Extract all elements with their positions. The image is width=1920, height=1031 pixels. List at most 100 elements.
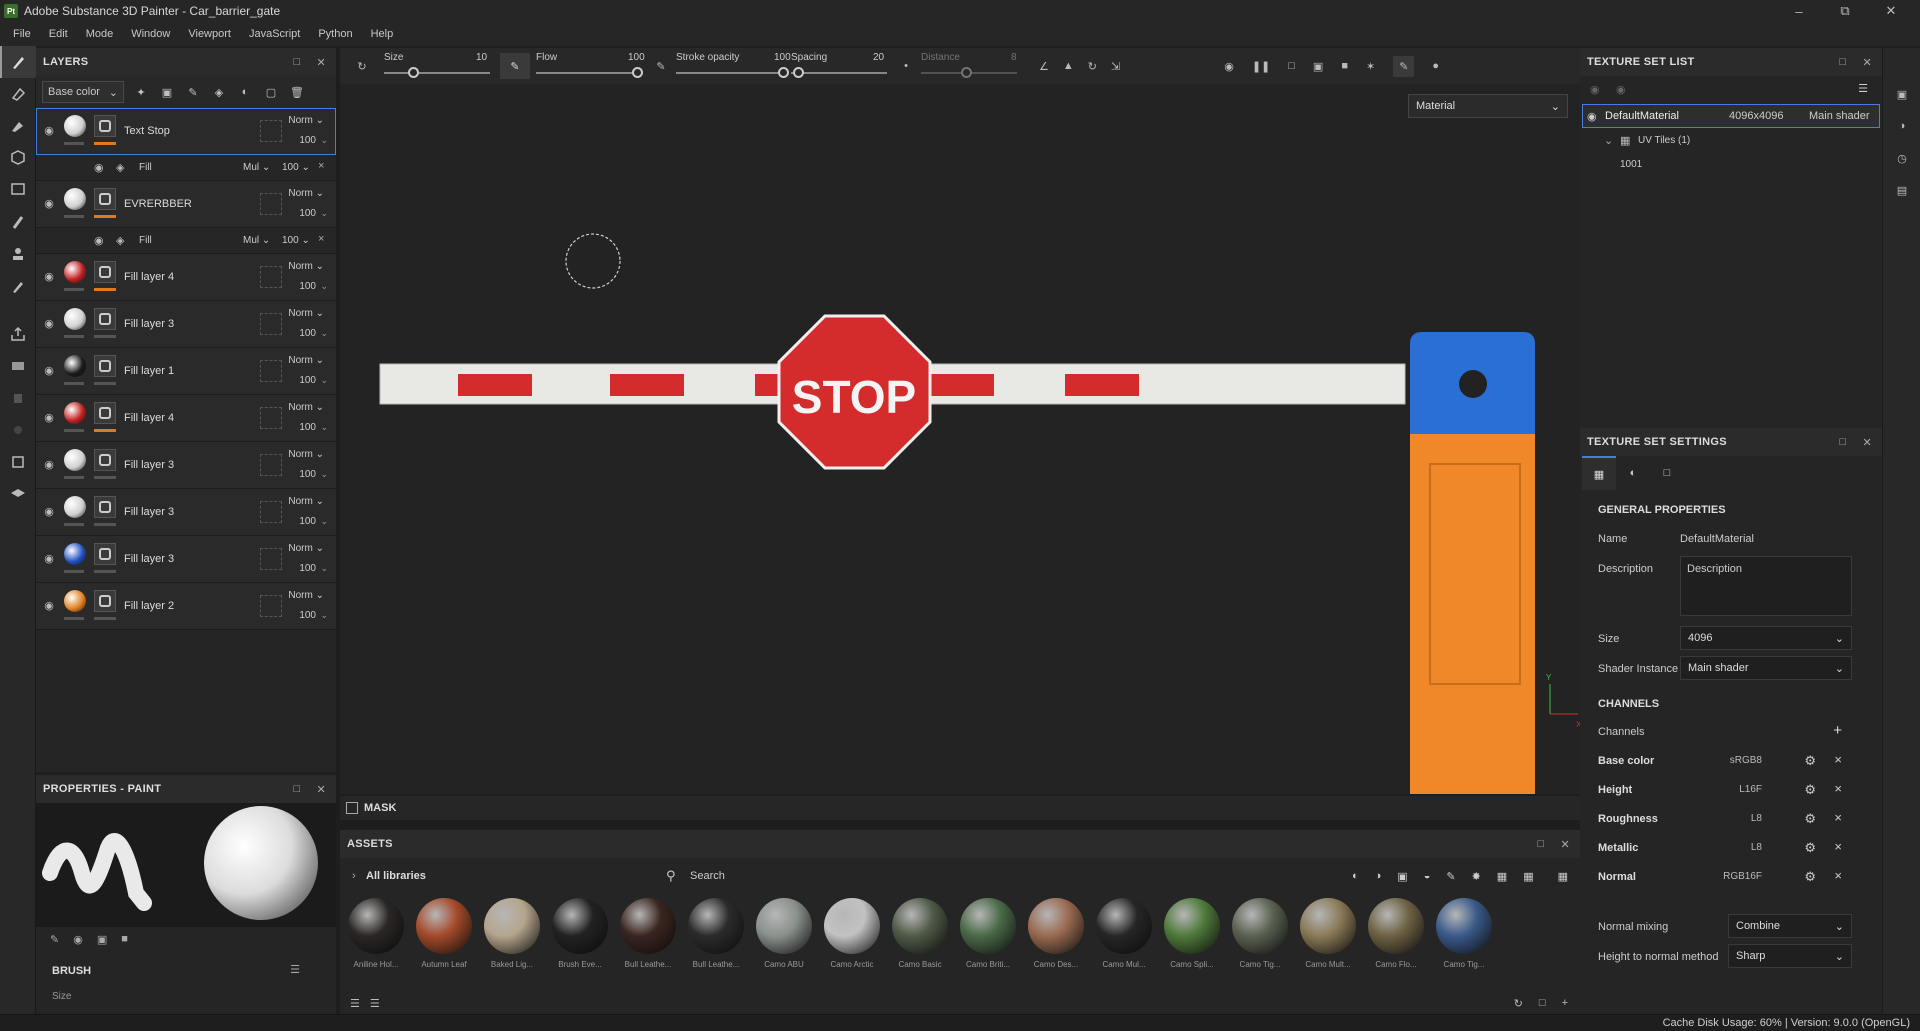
layer-row[interactable]: ◉ Fill layer 1 Norm ⌄ 100 ⌄	[36, 348, 336, 395]
menu-help[interactable]: Help	[362, 28, 403, 40]
layer-opacity[interactable]: 100	[299, 281, 316, 292]
geometry-fill-icon[interactable]	[0, 142, 36, 174]
brush-settings-icon[interactable]: ✎	[50, 933, 59, 946]
layer-name[interactable]: EVRERBBER	[124, 198, 192, 210]
flow-pressure-icon[interactable]: ✎	[646, 60, 676, 73]
close-panel-icon[interactable]: ✕	[316, 56, 326, 69]
uv-tiles-row[interactable]: ⌄ ▦ UV Tiles (1)	[1580, 128, 1882, 152]
close-icon[interactable]: ✕	[1868, 0, 1914, 22]
material-icon[interactable]: ■	[121, 933, 128, 945]
chevron-down-icon[interactable]: ⌄	[1604, 134, 1613, 147]
eye-icon[interactable]: ◉	[41, 315, 57, 331]
mask-icon[interactable]	[94, 355, 116, 377]
effect-row[interactable]: ◉ ◈ Fill Mul ⌄ 100 ⌄ ×	[36, 155, 336, 181]
chevron-down-icon[interactable]: ⌄	[320, 563, 328, 574]
blend-mode[interactable]: Norm ⌄	[288, 402, 324, 413]
effect-blend[interactable]: Mul ⌄	[243, 162, 270, 173]
shader-select[interactable]: Main shader ⌄	[1680, 656, 1852, 680]
asset-thumbnail[interactable]: Bull Leathe...	[620, 898, 676, 969]
add-paint-layer-icon[interactable]: ✎	[184, 83, 202, 101]
gear-icon[interactable]: ⚙	[1804, 753, 1816, 769]
follow-path-icon[interactable]: ↻	[1088, 60, 1097, 73]
symmetry-icon[interactable]: ↻	[340, 60, 384, 73]
undock-icon[interactable]: □	[294, 783, 301, 795]
menu-python[interactable]: Python	[309, 28, 361, 40]
layer-row[interactable]: ◉ Fill layer 3 Norm ⌄ 100 ⌄	[36, 489, 336, 536]
channel-select[interactable]: Base color ⌄	[42, 81, 124, 103]
brush-filter-icon[interactable]: ✎	[1446, 870, 1455, 883]
view-3d-icon[interactable]: ▣	[1313, 60, 1323, 73]
blend-mode[interactable]: Norm ⌄	[288, 188, 324, 199]
effect-row[interactable]: ◉ ◈ Fill Mul ⌄ 100 ⌄ ×	[36, 228, 336, 254]
close-panel-icon[interactable]: ✕	[316, 783, 326, 796]
uv-tile-row[interactable]: 1001	[1580, 152, 1882, 176]
menu-mode[interactable]: Mode	[77, 28, 123, 40]
layer-name[interactable]: Fill layer 3	[124, 459, 174, 471]
lazy-mouse-icon[interactable]: •	[891, 60, 921, 72]
hide-ui-icon[interactable]: ◉	[1224, 60, 1234, 73]
layer-name[interactable]: Fill layer 4	[124, 412, 174, 424]
chevron-down-icon[interactable]: ⌄	[320, 610, 328, 621]
mask-icon[interactable]	[94, 188, 116, 210]
menu-window[interactable]: Window	[122, 28, 179, 40]
channel-format[interactable]: sRGB8	[1730, 755, 1762, 766]
stencil-icon[interactable]: ▣	[97, 933, 107, 946]
channel-row[interactable]: Base color sRGB8 ⚙ ×	[1580, 747, 1882, 776]
lock-icon[interactable]	[0, 382, 36, 414]
size-slider[interactable]: Size 10	[384, 48, 494, 84]
eye-icon[interactable]: ◉	[94, 234, 104, 247]
channel-format[interactable]: L8	[1751, 842, 1762, 853]
menu-javascript[interactable]: JavaScript	[240, 28, 309, 40]
brush-menu-icon[interactable]: ☰	[290, 963, 300, 976]
asset-thumbnail[interactable]: Brush Eve...	[552, 898, 608, 969]
mirror-icon[interactable]: ▲	[1063, 60, 1074, 72]
filter-icon[interactable]: ☰	[350, 997, 360, 1010]
description-field[interactable]: Description	[1680, 556, 1852, 616]
chevron-down-icon[interactable]: ⌄	[320, 208, 328, 219]
layer-opacity[interactable]: 100	[299, 610, 316, 621]
chevron-down-icon[interactable]: ⌄	[320, 281, 328, 292]
menu-icon[interactable]: ☰	[1858, 82, 1868, 95]
undock-icon[interactable]: □	[1840, 436, 1847, 448]
asset-thumbnail[interactable]: Camo Briti...	[960, 898, 1016, 969]
mask-icon[interactable]	[94, 115, 116, 137]
view-2d-icon[interactable]: □	[1288, 60, 1295, 72]
undock-icon[interactable]: □	[1840, 56, 1847, 68]
visibility-all-icon[interactable]: ◉	[1616, 83, 1626, 96]
chevron-down-icon[interactable]: ⌄	[320, 328, 328, 339]
pressure-icon[interactable]: ✎	[500, 53, 530, 79]
material-filter-icon[interactable]: ◐	[1352, 870, 1359, 883]
eye-icon[interactable]: ◉	[41, 550, 57, 566]
mask-icon[interactable]	[94, 308, 116, 330]
channel-row[interactable]: Roughness L8 ⚙ ×	[1580, 805, 1882, 834]
asset-thumbnail[interactable]: Autumn Leaf	[416, 898, 472, 969]
bake-icon[interactable]	[0, 350, 36, 382]
log-icon[interactable]: ▤	[1883, 174, 1920, 206]
asset-thumbnail[interactable]: Camo Spli...	[1164, 898, 1220, 969]
visibility-icon[interactable]: ◉	[1590, 83, 1600, 96]
stroke-opacity-slider[interactable]: Stroke opacity 100	[676, 48, 791, 84]
layer-opacity[interactable]: 100	[299, 469, 316, 480]
chevron-down-icon[interactable]: ⌄	[320, 422, 328, 433]
close-icon[interactable]: ×	[1834, 781, 1842, 796]
blend-mode[interactable]: Norm ⌄	[288, 543, 324, 554]
texture-set-row[interactable]: ◉ DefaultMaterial 4096x4096 Main shader	[1582, 104, 1880, 128]
mask-icon[interactable]	[94, 402, 116, 424]
layer-opacity[interactable]: 100	[299, 375, 316, 386]
tab-uv-icon[interactable]: □	[1650, 456, 1684, 490]
grid-filter-icon[interactable]: ▦	[1497, 870, 1507, 883]
share-icon[interactable]	[0, 414, 36, 446]
undock-icon[interactable]: □	[1538, 838, 1545, 850]
asset-thumbnail[interactable]: Bull Leathe...	[688, 898, 744, 969]
minimize-icon[interactable]: –	[1776, 0, 1822, 22]
eye-icon[interactable]: ◉	[41, 409, 57, 425]
layer-name[interactable]: Fill layer 3	[124, 553, 174, 565]
gear-icon[interactable]: ⚙	[1804, 782, 1816, 798]
eye-icon[interactable]: ◉	[41, 268, 57, 284]
layer-name[interactable]: Fill layer 2	[124, 600, 174, 612]
effect-opacity[interactable]: 100 ⌄	[282, 235, 310, 246]
channel-format[interactable]: L8	[1751, 813, 1762, 824]
layer-opacity[interactable]: 100	[299, 422, 316, 433]
delete-layer-icon[interactable]: 🗑	[288, 83, 306, 101]
channel-format[interactable]: RGB16F	[1723, 871, 1762, 882]
